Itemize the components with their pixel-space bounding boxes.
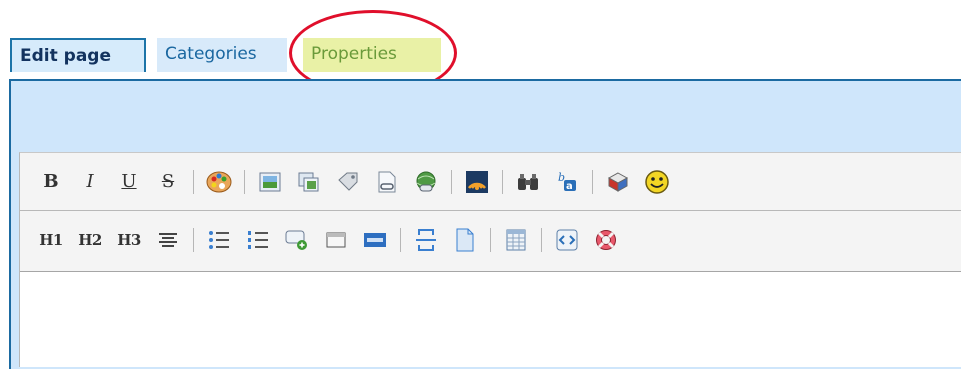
tag-button[interactable] bbox=[333, 167, 363, 197]
palette-icon bbox=[206, 171, 232, 192]
plugin-button[interactable] bbox=[603, 167, 633, 197]
page-break-icon bbox=[416, 229, 436, 251]
smiley-icon bbox=[645, 169, 669, 194]
strikethrough-button[interactable]: S bbox=[153, 167, 183, 197]
align-button[interactable] bbox=[153, 225, 183, 255]
insert-box-button[interactable] bbox=[321, 225, 351, 255]
insert-table-button[interactable] bbox=[501, 225, 531, 255]
toolbar-row-2: H1 H2 H3 bbox=[20, 211, 961, 269]
toolbar-separator bbox=[592, 169, 593, 194]
italic-button[interactable]: I bbox=[75, 167, 105, 197]
svg-text:b: b bbox=[558, 171, 565, 184]
insert-html-button[interactable] bbox=[360, 225, 390, 255]
lifebuoy-icon bbox=[596, 230, 616, 250]
toolbar-separator bbox=[541, 228, 542, 252]
image-gallery-button[interactable] bbox=[294, 167, 324, 197]
toolbar-separator bbox=[451, 169, 452, 194]
code-icon bbox=[556, 229, 578, 251]
toolbar-separator bbox=[193, 169, 194, 194]
toolbar-separator bbox=[490, 228, 491, 252]
editor-content-area[interactable] bbox=[20, 271, 961, 367]
link-icon bbox=[378, 171, 396, 192]
comment-add-icon bbox=[285, 230, 307, 250]
insert-media-button[interactable] bbox=[462, 167, 492, 197]
align-center-icon bbox=[159, 233, 177, 247]
document-icon bbox=[456, 228, 474, 252]
tab-categories[interactable]: Categories bbox=[157, 38, 287, 72]
globe-link-icon bbox=[416, 171, 436, 191]
add-comment-button[interactable] bbox=[282, 225, 312, 255]
html-icon bbox=[364, 233, 386, 247]
insert-web-link-button[interactable] bbox=[411, 167, 441, 197]
color-palette-button[interactable] bbox=[204, 167, 234, 197]
table-icon bbox=[506, 229, 526, 251]
heading-2-button[interactable]: H2 bbox=[75, 225, 105, 255]
insert-smiley-button[interactable] bbox=[642, 167, 672, 197]
heading-1-button[interactable]: H1 bbox=[36, 225, 66, 255]
find-button[interactable] bbox=[513, 167, 543, 197]
cube-icon bbox=[607, 171, 629, 192]
gallery-icon bbox=[298, 172, 319, 191]
bullet-list-icon bbox=[209, 231, 229, 249]
help-button[interactable] bbox=[591, 225, 621, 255]
source-code-button[interactable] bbox=[552, 225, 582, 255]
insert-link-button[interactable] bbox=[372, 167, 402, 197]
find-replace-button[interactable]: ba bbox=[552, 167, 582, 197]
toolbar-separator bbox=[244, 169, 245, 194]
toolbar-row-1: B I U S ba bbox=[20, 153, 961, 211]
new-page-button[interactable] bbox=[450, 225, 480, 255]
toolbar-separator bbox=[193, 228, 194, 252]
insert-image-button[interactable] bbox=[255, 167, 285, 197]
replace-icon: ba bbox=[558, 171, 576, 192]
bold-button[interactable]: B bbox=[36, 167, 66, 197]
numbered-list-icon bbox=[248, 231, 268, 249]
toolbar-separator bbox=[400, 228, 401, 252]
page-break-button[interactable] bbox=[411, 225, 441, 255]
media-feed-icon bbox=[466, 170, 488, 193]
numbered-list-button[interactable] bbox=[243, 225, 273, 255]
tab-properties[interactable]: Properties bbox=[303, 38, 441, 72]
toolbar-separator bbox=[502, 169, 503, 194]
binoculars-icon bbox=[518, 173, 538, 190]
heading-3-button[interactable]: H3 bbox=[114, 225, 144, 255]
box-icon bbox=[326, 232, 346, 248]
tab-edit-page[interactable]: Edit page bbox=[10, 38, 146, 72]
image-icon bbox=[259, 172, 281, 191]
rich-text-editor: B I U S ba H1 H2 H3 bbox=[19, 152, 961, 367]
tag-icon bbox=[338, 172, 358, 191]
bullet-list-button[interactable] bbox=[204, 225, 234, 255]
underline-button[interactable]: U bbox=[114, 167, 144, 197]
svg-text:a: a bbox=[566, 181, 573, 192]
